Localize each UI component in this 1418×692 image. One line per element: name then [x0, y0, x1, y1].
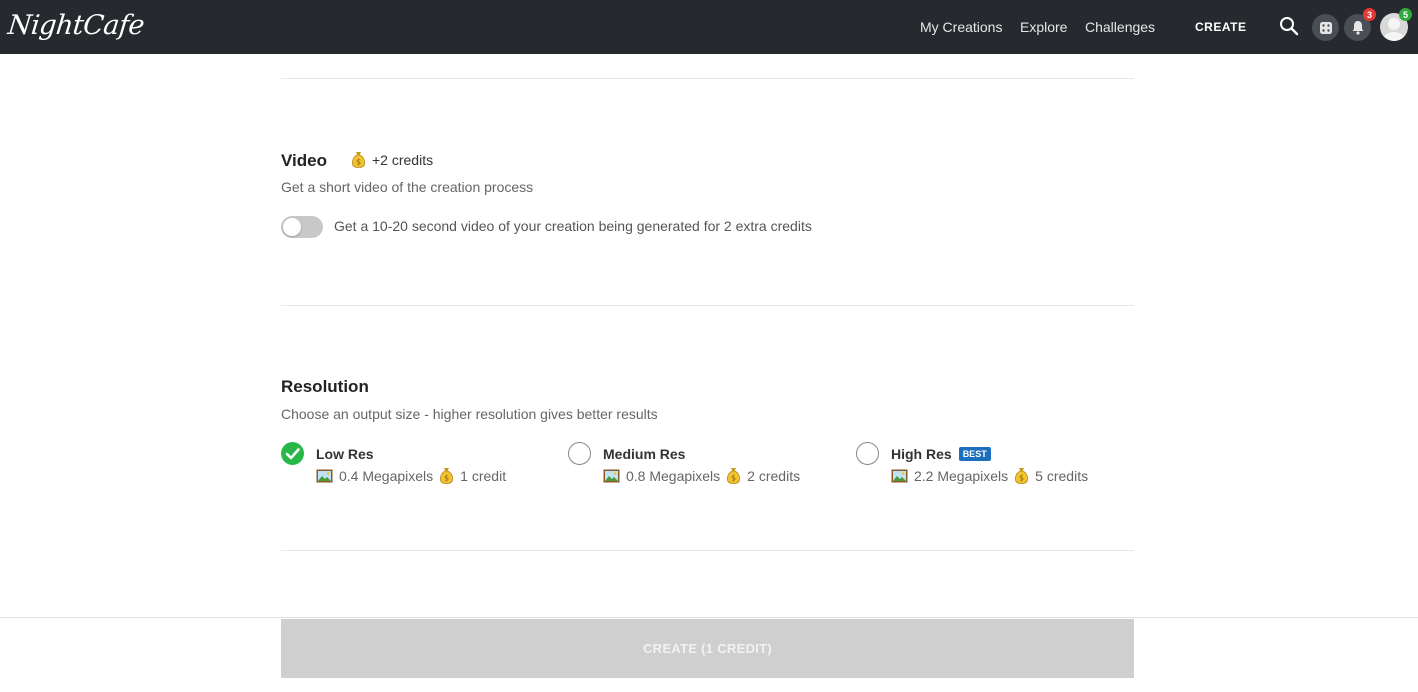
video-description: Get a short video of the creation proces… [281, 179, 534, 195]
video-section-title: Video [281, 151, 327, 170]
svg-text:$: $ [731, 474, 736, 483]
resolution-description: Choose an output size - higher resolutio… [281, 406, 658, 422]
credits-text: 5 credits [1035, 467, 1089, 484]
resolution-option-medium[interactable]: Medium Res 0.8 Megapixels $ 2 credits [568, 442, 828, 488]
profile-count-badge: 5 [1399, 8, 1412, 21]
money-bag-icon: $ [727, 468, 741, 484]
megapixels-text: 0.4 Megapixels [339, 467, 434, 484]
resolution-detail: 0.4 Megapixels $ 1 credit [316, 467, 506, 484]
svg-text:$: $ [1019, 474, 1024, 483]
money-bag-icon: $ [1015, 468, 1029, 484]
radio-unselected[interactable] [856, 442, 879, 465]
resolution-name: Medium Res [603, 446, 686, 462]
resolution-detail: 0.8 Megapixels $ 2 credits [603, 467, 800, 484]
resolution-name-text: High Res [891, 446, 952, 462]
nav-explore[interactable]: Explore [1020, 19, 1067, 35]
random-dice-button[interactable] [1312, 14, 1339, 41]
video-toggle[interactable] [281, 216, 323, 238]
resolution-section-title: Resolution [281, 377, 369, 396]
section-divider [281, 305, 1134, 306]
resolution-name: High Res BEST [891, 446, 991, 462]
bell-icon [1352, 21, 1363, 35]
top-navbar: NightCafe My Creations Explore Challenge… [0, 0, 1418, 54]
section-divider [281, 78, 1134, 79]
search-icon[interactable] [1279, 16, 1299, 36]
best-badge: BEST [958, 447, 991, 461]
resolution-option-high[interactable]: High Res BEST 2.2 Megapixels $ 5 credits [856, 442, 1116, 488]
section-divider [281, 550, 1134, 551]
notifications-button[interactable]: 3 [1344, 8, 1376, 41]
notification-count-badge: 3 [1363, 8, 1376, 21]
framed-picture-icon [316, 469, 333, 482]
nav-challenges[interactable]: Challenges [1085, 19, 1155, 35]
megapixels-text: 2.2 Megapixels [914, 467, 1009, 484]
resolution-name: Low Res [316, 446, 374, 462]
money-bag-icon: $ [351, 152, 366, 168]
framed-picture-icon [603, 469, 620, 482]
svg-text:$: $ [356, 158, 361, 167]
radio-selected[interactable] [281, 442, 304, 465]
radio-unselected[interactable] [568, 442, 591, 465]
credits-text: 1 credit [460, 467, 507, 484]
video-credit-text: +2 credits [372, 151, 434, 168]
megapixels-text: 0.8 Megapixels [626, 467, 721, 484]
framed-picture-icon [891, 469, 908, 482]
toggle-knob [283, 218, 301, 236]
nightcafe-logo[interactable]: NightCafe [6, 10, 145, 41]
money-bag-icon: $ [440, 468, 454, 484]
checkmark-icon [285, 448, 300, 460]
video-credit-tag: $ +2 credits [351, 151, 433, 168]
resolution-detail: 2.2 Megapixels $ 5 credits [891, 467, 1088, 484]
svg-text:$: $ [444, 474, 449, 483]
create-submit-button[interactable]: CREATE (1 CREDIT) [281, 619, 1134, 678]
nav-my-creations[interactable]: My Creations [920, 19, 1002, 35]
credits-text: 2 credits [747, 467, 801, 484]
nav-create[interactable]: CREATE [1195, 20, 1246, 34]
dice-icon [1319, 21, 1332, 34]
video-toggle-label: Get a 10-20 second video of your creatio… [334, 218, 812, 234]
resolution-option-low[interactable]: Low Res 0.4 Megapixels $ 1 credit [281, 442, 541, 488]
